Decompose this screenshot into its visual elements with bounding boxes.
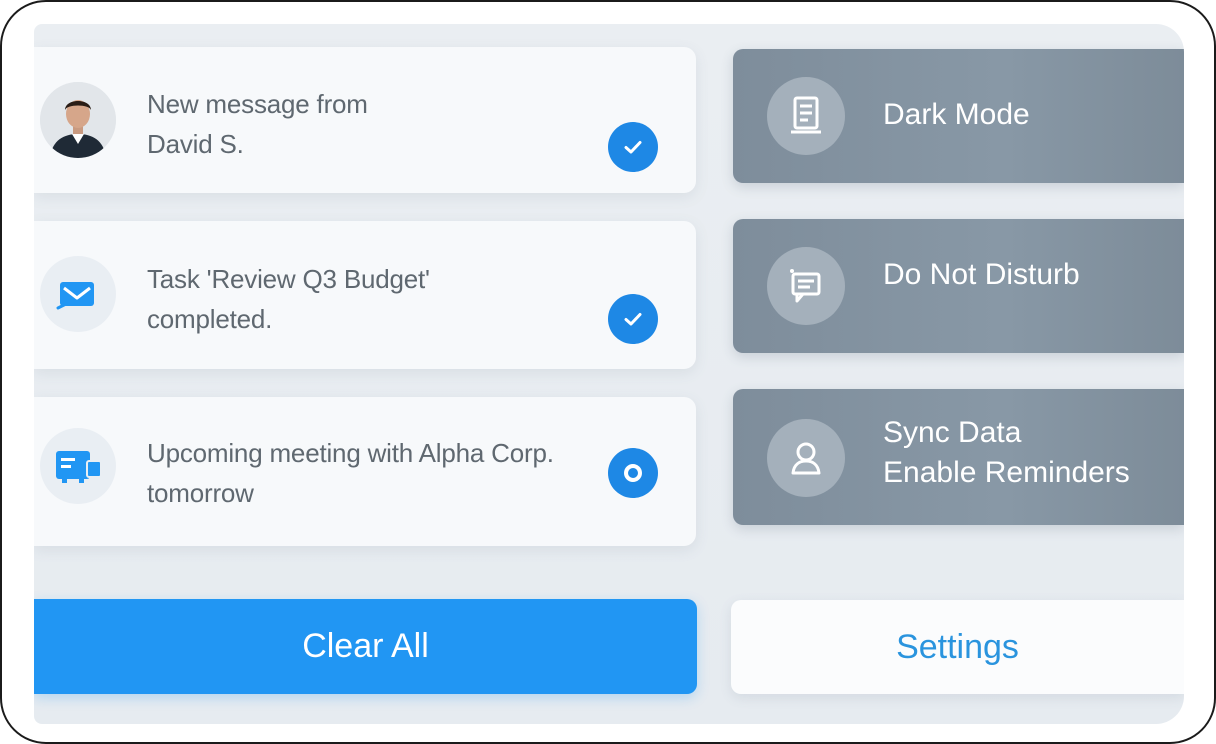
tile-label-line2: Enable Reminders (883, 456, 1130, 489)
tile-dark-mode[interactable]: Dark Mode (733, 49, 1184, 183)
notification-item-message[interactable]: New message from David S. (34, 47, 696, 193)
pending-status-button[interactable] (608, 448, 658, 498)
notification-text-line2: completed. (147, 304, 273, 334)
tile-label-line1: Do Not Disturb (883, 258, 1080, 291)
notification-text-line1: Task 'Review Q3 Budget' (147, 264, 430, 294)
tile-label: Sync Data Enable Reminders (883, 413, 1130, 493)
settings-button[interactable]: Settings (731, 600, 1184, 694)
notification-item-meeting[interactable]: Upcoming meeting with Alpha Corp. tomorr… (34, 397, 696, 546)
checked-status-button[interactable] (608, 294, 658, 344)
tile-label: Do Not Disturb (883, 255, 1080, 295)
tile-sync-data[interactable]: Sync Data Enable Reminders (733, 389, 1184, 525)
tile-icon-badge (767, 247, 845, 325)
task-icon-badge (40, 256, 116, 332)
checkmark-icon (624, 313, 642, 326)
clear-all-button[interactable]: Clear All (34, 599, 697, 694)
tile-label-line1: Sync Data (883, 416, 1022, 449)
meeting-icon-badge (40, 428, 116, 504)
notification-text: Task 'Review Q3 Budget' completed. (147, 259, 606, 339)
user-icon (791, 442, 821, 475)
calendar-icon (56, 451, 102, 483)
mail-check-icon (56, 282, 94, 310)
radio-ring-icon (624, 464, 642, 482)
notification-item-task[interactable]: Task 'Review Q3 Budget' completed. (34, 221, 696, 369)
message-box-icon (790, 269, 821, 303)
notification-text: New message from David S. (147, 84, 606, 164)
tile-label-line1: Dark Mode (883, 98, 1030, 131)
notification-text: Upcoming meeting with Alpha Corp. tomorr… (147, 433, 636, 513)
tile-label: Dark Mode (883, 95, 1030, 135)
notification-text-line2: David S. (147, 129, 244, 159)
checkmark-icon (624, 141, 642, 154)
notification-center-panel: New message from David S. Task 'Review Q… (34, 24, 1184, 724)
device-frame: New message from David S. Task 'Review Q… (0, 0, 1216, 744)
notification-text-line1: Upcoming meeting with Alpha Corp. (147, 438, 554, 468)
avatar (40, 82, 116, 158)
tile-icon-badge (767, 419, 845, 497)
user-avatar-icon (40, 82, 116, 158)
checked-status-button[interactable] (608, 122, 658, 172)
tile-do-not-disturb[interactable]: Do Not Disturb (733, 219, 1184, 353)
notification-text-line2: tomorrow (147, 478, 254, 508)
tile-icon-badge (767, 77, 845, 155)
document-icon (791, 96, 821, 134)
notification-text-line1: New message from (147, 89, 368, 119)
